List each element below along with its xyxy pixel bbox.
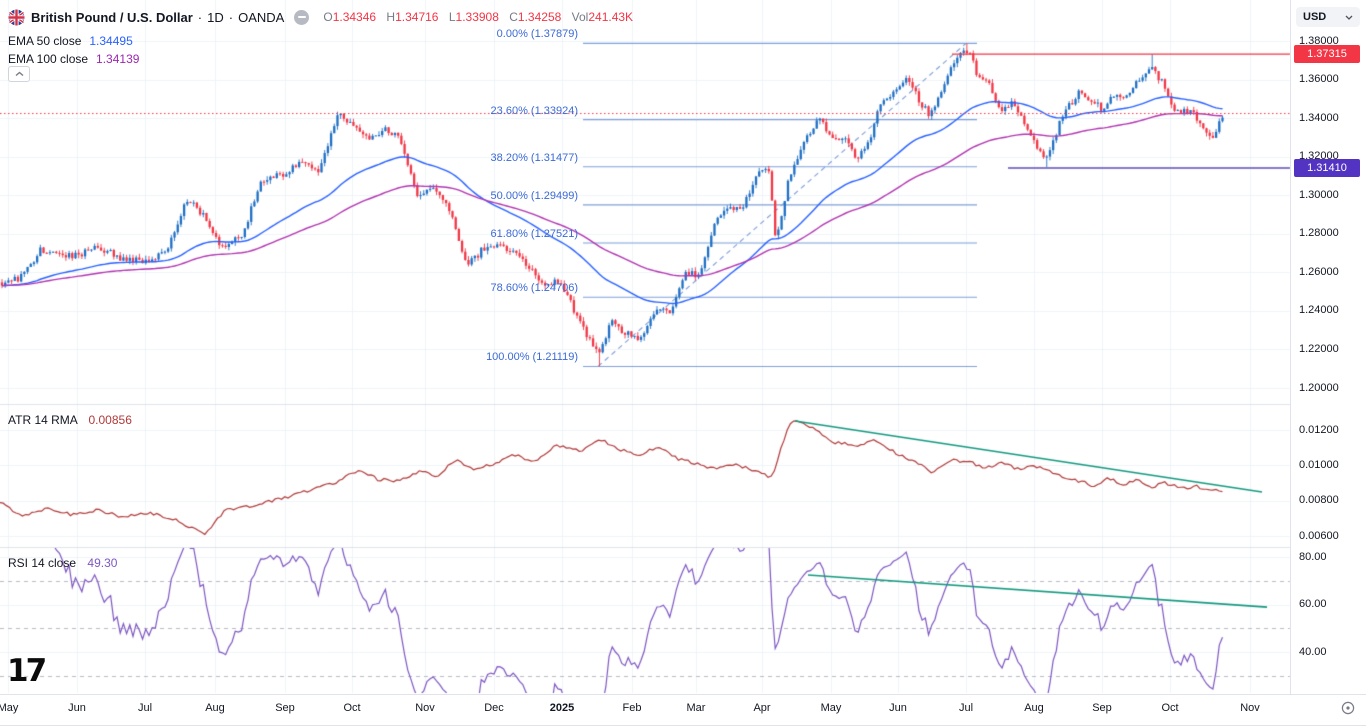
rsi-name[interactable]: RSI 14 close xyxy=(8,556,76,570)
tradingview-logo-watermark: 17 xyxy=(7,653,44,689)
time-axis-label: Nov xyxy=(1240,702,1260,714)
chevron-down-icon xyxy=(1345,15,1353,20)
price-tick-label: 1.24000 xyxy=(1299,303,1339,318)
price-tick-label: 1.30000 xyxy=(1299,188,1339,203)
price-tick-label: 1.36000 xyxy=(1299,72,1339,87)
time-axis-label: Sep xyxy=(1092,702,1112,714)
price-tick-label: 1.38000 xyxy=(1299,34,1339,49)
fib-level-label: 23.60% (1.33924) xyxy=(428,105,578,117)
fib-level-label: 100.00% (1.21119) xyxy=(428,351,578,363)
atr-value: 0.00856 xyxy=(88,413,131,427)
time-axis-label: Jul xyxy=(138,702,152,714)
fib-level-label: 38.20% (1.31477) xyxy=(428,152,578,164)
exchange-label: OANDA xyxy=(238,10,284,25)
atr-tick-label: 0.00600 xyxy=(1299,529,1339,544)
fib-level-label: 78.60% (1.24706) xyxy=(428,282,578,294)
atr-name[interactable]: ATR 14 RMA xyxy=(8,413,77,427)
ema100-value: 1.34139 xyxy=(96,52,139,66)
price-tick-label: 1.28000 xyxy=(1299,226,1339,241)
time-axis-label: May xyxy=(0,702,18,714)
currency-label: USD xyxy=(1303,11,1326,23)
time-axis-label: Jun xyxy=(889,702,907,714)
low-value: 1.33908 xyxy=(456,10,499,24)
time-axis-label: 2025 xyxy=(550,702,574,714)
fib-level-label: 50.00% (1.29499) xyxy=(428,190,578,202)
atr-tick-label: 0.01000 xyxy=(1299,458,1339,473)
ema50-value: 1.34495 xyxy=(89,34,132,48)
high-value: 1.34716 xyxy=(395,10,438,24)
interval-label[interactable]: 1D xyxy=(207,10,224,25)
rsi-tick-label: 80.00 xyxy=(1299,550,1327,565)
time-axis-label: Feb xyxy=(623,702,642,714)
tradingview-chart-window: 0.00% (1.37879) 23.60% (1.33924) 38.20% (1… xyxy=(0,0,1366,726)
open-label: O xyxy=(323,10,332,24)
scroll-to-realtime-icon[interactable] xyxy=(1340,700,1356,716)
time-axis-label: Aug xyxy=(205,702,225,714)
price-tick-label: 1.22000 xyxy=(1299,342,1339,357)
rsi-tick-label: 60.00 xyxy=(1299,597,1327,612)
time-axis-label: Oct xyxy=(343,702,360,714)
indicator-row-ema50[interactable]: EMA 50 close 1.34495 xyxy=(8,33,133,49)
rsi-value: 49.30 xyxy=(87,556,117,570)
chart-canvas[interactable] xyxy=(0,0,1366,694)
currency-dropdown[interactable]: USD xyxy=(1296,7,1360,27)
rsi-tick-label: 40.00 xyxy=(1299,645,1327,660)
symbol-legend-row: British Pound / U.S. Dollar · 1D · OANDA… xyxy=(8,8,633,26)
price-tick-label: 1.32000 xyxy=(1299,149,1339,164)
open-value: 1.34346 xyxy=(333,10,376,24)
time-axis-label: Oct xyxy=(1161,702,1178,714)
low-label: L xyxy=(449,10,456,24)
volume-label: Vol xyxy=(572,10,589,24)
price-tick-label: 1.20000 xyxy=(1299,381,1339,396)
time-axis-label: Apr xyxy=(753,702,770,714)
time-axis-label: Aug xyxy=(1024,702,1044,714)
time-axis-label: Jun xyxy=(68,702,86,714)
close-value: 1.34258 xyxy=(518,10,561,24)
atr-tick-label: 0.00800 xyxy=(1299,493,1339,508)
time-axis-label: May xyxy=(821,702,842,714)
time-axis-label: Nov xyxy=(415,702,435,714)
price-scale[interactable]: USD 1.37315 1.31410 1.380001.360001.3400… xyxy=(1290,0,1366,694)
hide-legend-button[interactable] xyxy=(294,10,309,25)
symbol-flag-icon xyxy=(8,9,25,26)
price-tick-label: 1.26000 xyxy=(1299,265,1339,280)
fib-level-label: 61.80% (1.27521) xyxy=(428,228,578,240)
time-axis-label: Jul xyxy=(959,702,973,714)
time-axis-label: Mar xyxy=(687,702,706,714)
time-axis-label: Sep xyxy=(275,702,295,714)
symbol-title[interactable]: British Pound / U.S. Dollar xyxy=(31,10,193,25)
fib-level-label: 0.00% (1.37879) xyxy=(428,28,578,40)
atr-indicator-row[interactable]: ATR 14 RMA 0.00856 xyxy=(8,413,132,427)
legend-collapse-button[interactable] xyxy=(8,66,30,82)
ema100-name[interactable]: EMA 100 close xyxy=(8,52,88,66)
time-axis[interactable]: May Jun Jul Aug Sep Oct Nov Dec 2025 Feb Mar Apr May… xyxy=(0,694,1366,726)
indicator-row-ema100[interactable]: EMA 100 close 1.34139 xyxy=(8,51,139,67)
high-label: H xyxy=(386,10,395,24)
ohlc-values: O1.34346 H1.34716 L1.33908 C1.34258 Vol2… xyxy=(323,10,633,24)
title-separator: · xyxy=(229,10,233,25)
price-tick-label: 1.34000 xyxy=(1299,111,1339,126)
title-separator: · xyxy=(198,10,202,25)
rsi-indicator-row[interactable]: RSI 14 close 49.30 xyxy=(8,556,117,570)
atr-tick-label: 0.01200 xyxy=(1299,423,1339,438)
minus-icon xyxy=(298,16,306,18)
close-label: C xyxy=(509,10,518,24)
volume-value: 241.43K xyxy=(588,10,633,24)
chevron-up-icon xyxy=(15,71,24,77)
time-axis-label: Dec xyxy=(484,702,504,714)
ema50-name[interactable]: EMA 50 close xyxy=(8,34,81,48)
